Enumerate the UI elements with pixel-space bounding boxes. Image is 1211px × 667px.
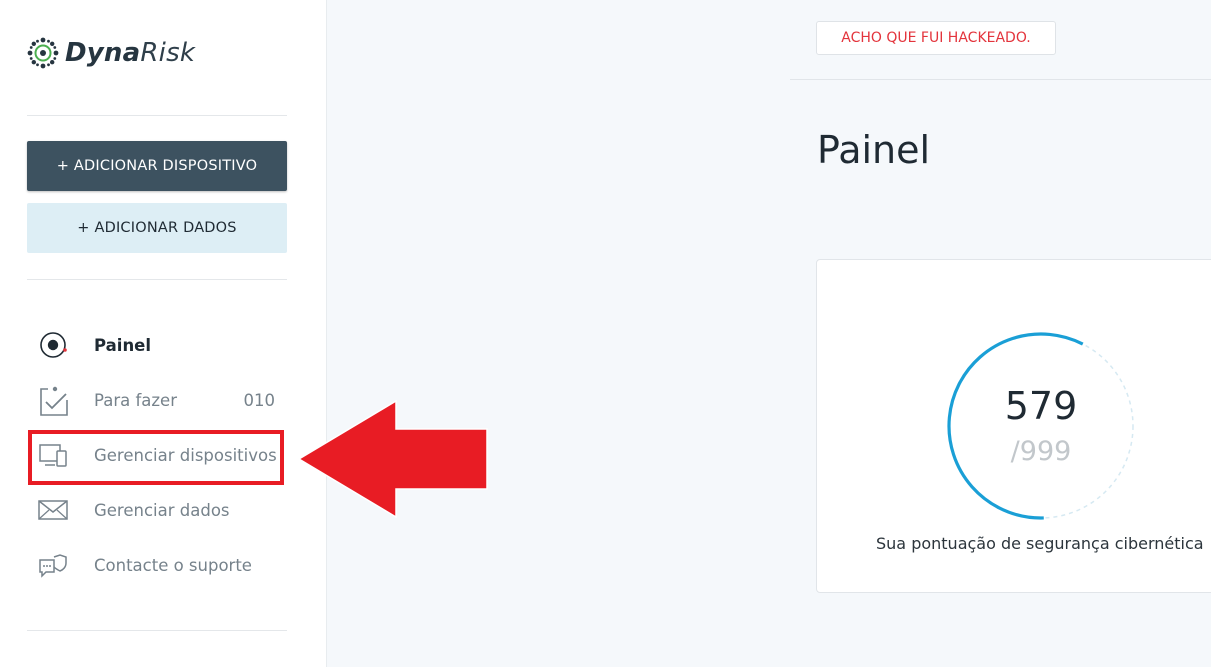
sidebar-item-label: Painel [94,335,152,355]
todo-checklist-icon [40,386,68,416]
sidebar-item-gerenciar-dados[interactable]: Gerenciar dados [27,488,287,532]
sidebar-item-para-fazer[interactable]: Para fazer 010 [27,378,287,422]
hacked-report-button[interactable]: ACHO QUE FUI HACKEADO. [816,21,1056,55]
red-arrow-icon [297,400,488,518]
score-value: 579 [1004,384,1078,428]
sidebar-item-label: Gerenciar dados [94,500,230,520]
logo-text: DynaRisk [65,38,195,68]
gear-dots-icon [27,37,59,69]
score-max: /999 [1010,436,1072,467]
dashboard-icon [40,332,67,358]
support-chat-icon [39,554,67,578]
header-divider [790,79,1211,80]
page-title: Painel [817,128,931,172]
score-caption: Sua pontuação de segurança cibernética [876,534,1204,553]
sidebar-item-label: Contacte o suporte [94,555,252,575]
logo-text-bold: Dyna [65,38,141,68]
sidebar-item-label: Para fazer [94,390,177,410]
todo-count-badge: 010 [243,390,276,410]
sidebar-divider [27,279,287,280]
sidebar: DynaRisk + ADICIONAR DISPOSITIVO + ADICI… [0,0,327,667]
add-device-button[interactable]: + ADICIONAR DISPOSITIVO [27,141,287,191]
dynarisk-logo[interactable]: DynaRisk [27,36,195,70]
add-data-button[interactable]: + ADICIONAR DADOS [27,203,287,253]
logo-text-light: Risk [140,38,196,68]
sidebar-item-painel[interactable]: Painel [27,323,287,367]
envelope-icon [38,500,68,520]
highlight-box [28,430,284,485]
sidebar-divider [27,115,287,116]
sidebar-item-contacte-o-suporte[interactable]: Contacte o suporte [27,543,287,587]
sidebar-divider [27,630,287,631]
